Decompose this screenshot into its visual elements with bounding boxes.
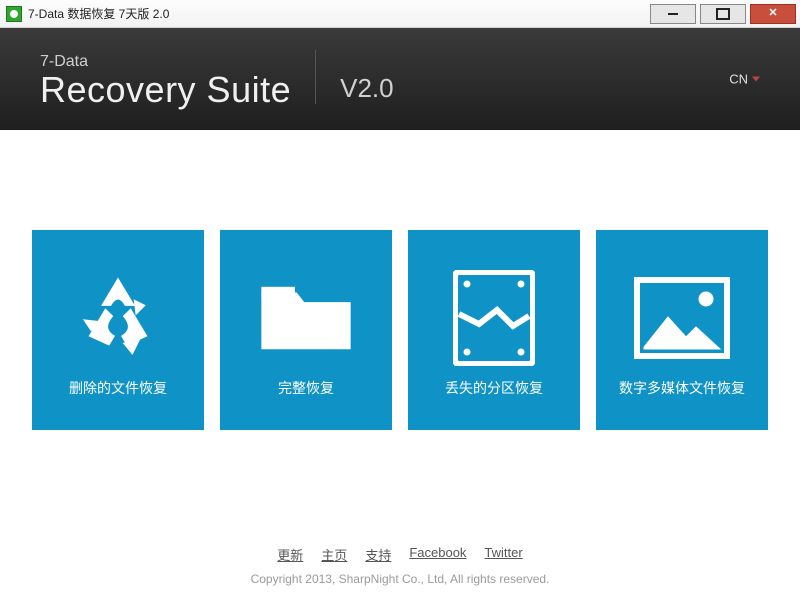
minimize-button[interactable] [650, 4, 696, 24]
tile-media-recovery[interactable]: 数字多媒体文件恢复 [596, 230, 768, 430]
brand-version: V2.0 [340, 73, 394, 104]
footer-link-support[interactable]: 支持 [365, 545, 391, 564]
tile-grid: 删除的文件恢复 完整恢复 丢 [32, 230, 768, 430]
folder-icon [220, 258, 392, 378]
tile-label: 完整恢复 [270, 378, 342, 398]
tile-deleted-recovery[interactable]: 删除的文件恢复 [32, 230, 204, 430]
tile-complete-recovery[interactable]: 完整恢复 [220, 230, 392, 430]
app-icon [6, 6, 22, 22]
footer-link-update[interactable]: 更新 [277, 545, 303, 564]
chevron-down-icon [752, 77, 760, 82]
footer: 更新 主页 支持 Facebook Twitter Copyright 2013… [0, 530, 800, 600]
window-controls [646, 4, 800, 24]
recycle-icon [32, 258, 204, 378]
copyright-text: Copyright 2013, SharpNight Co., Ltd, All… [251, 572, 550, 586]
footer-link-facebook[interactable]: Facebook [409, 545, 466, 564]
brand-line2: Recovery Suite [40, 72, 291, 108]
brand-divider [315, 50, 316, 104]
brand-name: 7-Data Recovery Suite [40, 54, 291, 108]
tile-label: 数字多媒体文件恢复 [611, 378, 753, 398]
language-selector[interactable]: CN [729, 72, 760, 87]
app-header: 7-Data Recovery Suite V2.0 CN [0, 28, 800, 130]
close-button[interactable] [750, 4, 796, 24]
window-titlebar: 7-Data 数据恢复 7天版 2.0 [0, 0, 800, 28]
tile-lost-partition-recovery[interactable]: 丢失的分区恢复 [408, 230, 580, 430]
tile-label: 丢失的分区恢复 [437, 378, 551, 398]
broken-drive-icon [408, 258, 580, 378]
maximize-button[interactable] [700, 4, 746, 24]
brand-line1: 7-Data [40, 54, 291, 70]
photo-icon [596, 258, 768, 378]
brand-block: 7-Data Recovery Suite V2.0 [40, 50, 394, 108]
language-label: CN [729, 72, 748, 87]
footer-link-home[interactable]: 主页 [321, 545, 347, 564]
window-title: 7-Data 数据恢复 7天版 2.0 [28, 5, 169, 22]
footer-link-twitter[interactable]: Twitter [484, 545, 522, 564]
tile-label: 删除的文件恢复 [61, 378, 175, 398]
footer-links: 更新 主页 支持 Facebook Twitter [277, 545, 522, 564]
main-content: 删除的文件恢复 完整恢复 丢 [0, 130, 800, 530]
